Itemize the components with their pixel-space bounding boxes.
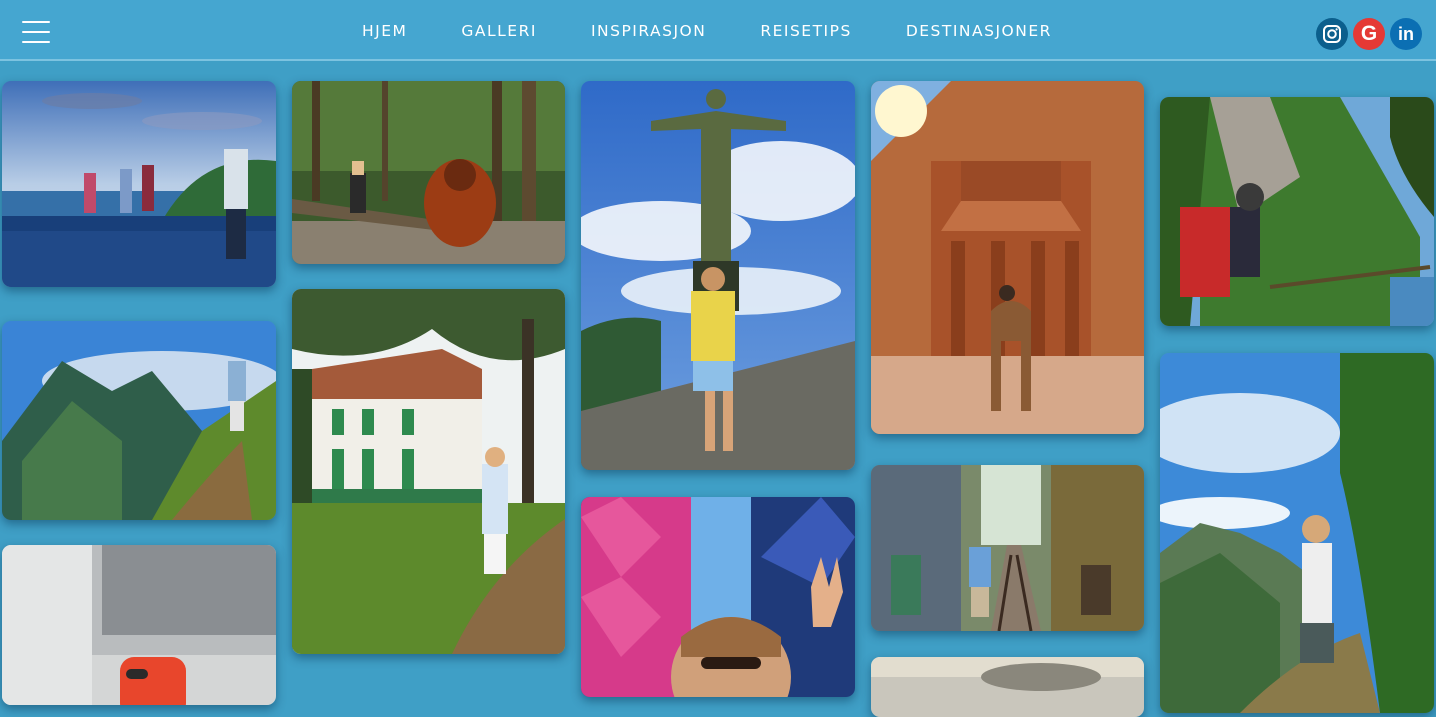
gallery-photo-phone-close-up[interactable] <box>2 545 276 705</box>
nav-link-reisetips[interactable]: REISETIPS <box>760 22 852 40</box>
nav-link-galleri[interactable]: GALLERI <box>461 22 537 40</box>
gallery-photo-infinity-pool[interactable] <box>2 81 276 287</box>
instagram-icon[interactable] <box>1316 18 1348 50</box>
photo-gallery <box>0 63 1436 717</box>
nav-link-inspirasjon[interactable]: INSPIRASJON <box>591 22 706 40</box>
gallery-photo-hanoi-train-street[interactable] <box>871 465 1144 631</box>
gallery-photo-festival-crowd[interactable] <box>581 497 855 697</box>
gallery-photo-mountain-ridge-hiker[interactable] <box>2 321 276 520</box>
top-navigation-bar: HJEM GALLERI INSPIRASJON REISETIPS DESTI… <box>0 0 1436 61</box>
social-links: G in <box>1316 18 1422 50</box>
gallery-photo-cliff-coast-backpacker[interactable] <box>1160 97 1434 326</box>
linkedin-glyph: in <box>1398 23 1414 44</box>
linkedin-icon[interactable]: in <box>1390 18 1422 50</box>
gallery-photo-christ-the-redeemer[interactable] <box>581 81 855 470</box>
nav-link-destinasjoner[interactable]: DESTINASJONER <box>906 22 1052 40</box>
gallery-photo-cloudy-landscape[interactable] <box>871 657 1144 717</box>
gallery-photo-cliff-view-traveler[interactable] <box>1160 353 1434 713</box>
main-nav: HJEM GALLERI INSPIRASJON REISETIPS DESTI… <box>362 0 1052 61</box>
nav-link-hjem[interactable]: HJEM <box>362 22 407 40</box>
google-icon[interactable]: G <box>1353 18 1385 50</box>
gallery-photo-orangutan[interactable] <box>292 81 565 264</box>
gallery-photo-petra-treasury[interactable] <box>871 81 1144 434</box>
google-glyph: G <box>1360 22 1378 45</box>
gallery-photo-colonial-house[interactable] <box>292 289 565 654</box>
hamburger-menu-icon[interactable] <box>22 21 50 43</box>
